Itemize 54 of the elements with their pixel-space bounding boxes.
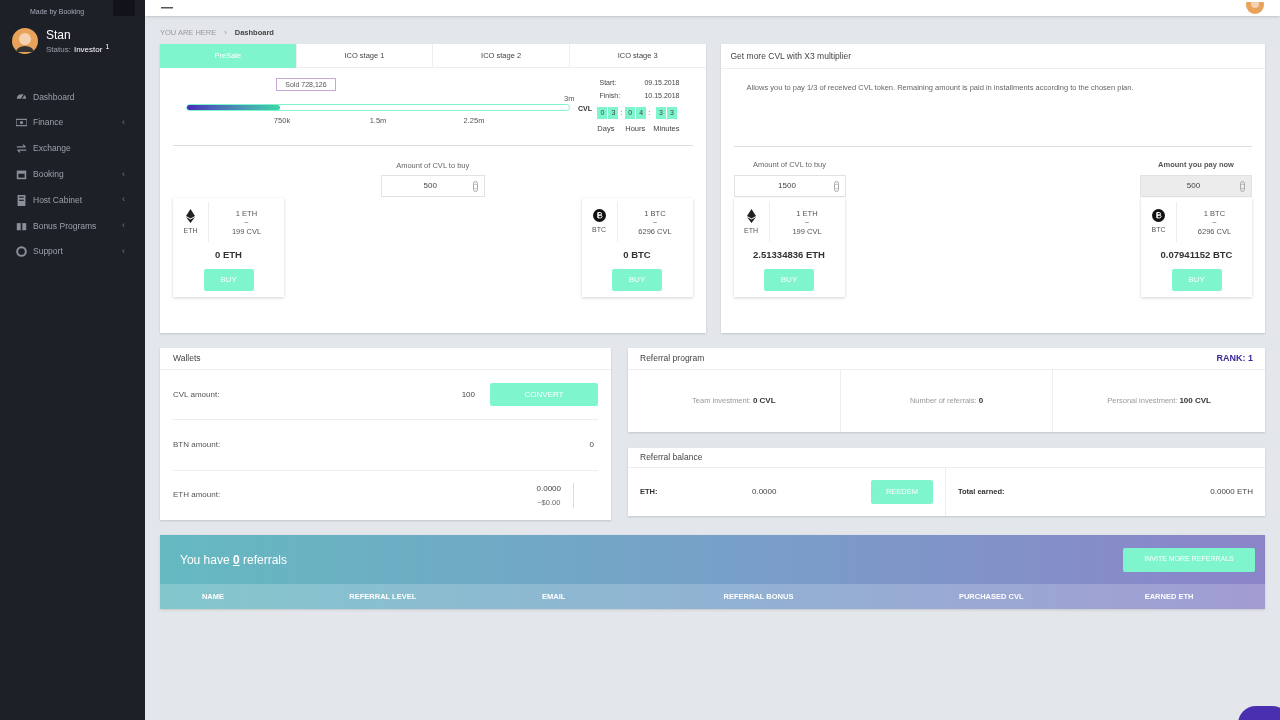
wallet-value: 0 bbox=[589, 439, 594, 451]
sidebar-item[interactable]: Dashboard bbox=[0, 84, 145, 110]
banknote-icon bbox=[16, 117, 27, 129]
sidebar-item[interactable]: Booking ‹ bbox=[0, 161, 145, 188]
ethereum-icon bbox=[746, 208, 756, 223]
wallet-label: ETH amount: bbox=[173, 489, 222, 502]
sidebar-item[interactable]: Support ‹ bbox=[0, 238, 145, 265]
caret-icon: ‹ bbox=[122, 219, 125, 233]
calendar-icon bbox=[16, 168, 27, 180]
amount-input[interactable]: 500 bbox=[1140, 175, 1252, 198]
balance-value: 0.0000 bbox=[751, 486, 778, 498]
caret-icon: ‹ bbox=[122, 193, 125, 207]
arrows-icon bbox=[16, 143, 27, 154]
stepper-icon[interactable] bbox=[833, 180, 839, 192]
sidebar-item[interactable]: Bonus Programs ‹ bbox=[0, 213, 145, 239]
card-title: Wallets bbox=[160, 348, 611, 370]
banner-heading: You have 0 referrals bbox=[180, 551, 287, 569]
caret-icon: ‹ bbox=[122, 115, 125, 130]
amount-input[interactable]: 1500 bbox=[733, 175, 846, 198]
avatar[interactable] bbox=[1246, 2, 1264, 14]
currency-total: 2.51334836 ETH bbox=[753, 248, 825, 263]
balance-value: 0.0000 ETH bbox=[1210, 486, 1253, 498]
stat-value: 0 CVL bbox=[752, 395, 776, 407]
card-title: Get more CVL with X3 multiplier bbox=[720, 44, 1265, 69]
stat-value: 0 bbox=[978, 395, 984, 407]
wallet-value: 100 bbox=[461, 388, 475, 401]
rank-label: RANK: 1 bbox=[1216, 351, 1253, 365]
menu-icon[interactable] bbox=[161, 6, 173, 10]
status-label: Status: bbox=[46, 44, 71, 56]
bitcoin-icon bbox=[1152, 209, 1165, 222]
wallet-label: CVL amount: bbox=[173, 388, 221, 401]
building-icon bbox=[16, 194, 27, 206]
stat-value: 100 CVL bbox=[1179, 395, 1211, 407]
currency-total: 0 ETH bbox=[215, 248, 242, 263]
currency-total: 0 BTC bbox=[623, 248, 651, 263]
stepper-icon[interactable] bbox=[1240, 180, 1245, 192]
amount-input[interactable]: 500 bbox=[380, 175, 485, 198]
avatar bbox=[12, 28, 38, 54]
lifebuoy-icon bbox=[16, 246, 27, 258]
card-title: Referral program bbox=[640, 352, 705, 365]
user-name: Stan bbox=[46, 28, 72, 42]
caret-icon: ‹ bbox=[122, 167, 125, 182]
wallet-value: 0.0000 bbox=[536, 482, 561, 495]
sidebar-item[interactable]: Exchange bbox=[0, 135, 145, 162]
status-value: Investor bbox=[73, 44, 103, 56]
stepper-icon[interactable] bbox=[472, 180, 478, 192]
card-title: Referral balance bbox=[628, 448, 1265, 468]
wallet-label: BTN amount: bbox=[173, 439, 222, 451]
ethereum-icon bbox=[186, 208, 195, 223]
sidebar-item[interactable]: Host Cabinet ‹ bbox=[0, 187, 145, 213]
bitcoin-icon bbox=[592, 209, 606, 222]
currency-total: 0.07941152 BTC bbox=[1160, 248, 1233, 263]
caret-icon: ‹ bbox=[122, 244, 125, 259]
sidebar-item[interactable]: Finance ‹ bbox=[0, 109, 145, 136]
